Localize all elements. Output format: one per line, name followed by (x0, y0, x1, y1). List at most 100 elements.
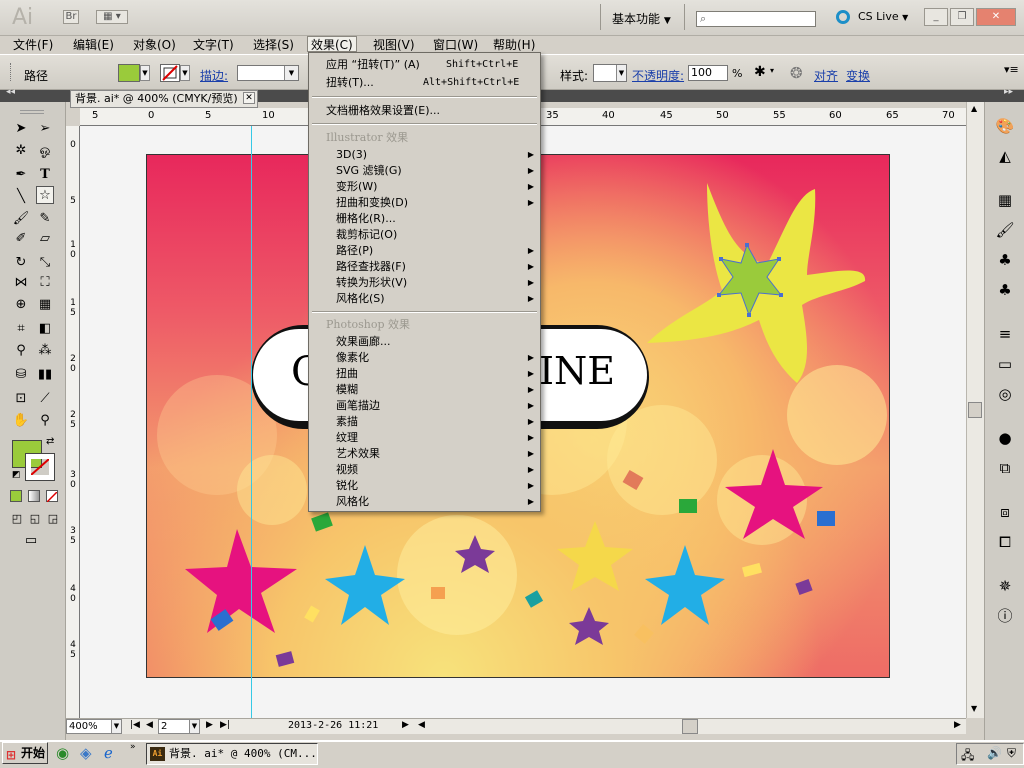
menu-item-stylize-photoshop[interactable]: 风格化 ▶ (309, 494, 540, 510)
scroll-left-icon[interactable]: ◀ (418, 720, 425, 730)
column-graph-tool-icon[interactable]: ▮▮ (36, 366, 54, 384)
menu-item-sharpen[interactable]: 锐化 ▶ (309, 478, 540, 494)
menu-item-texture[interactable]: 纹理 ▶ (309, 430, 540, 446)
blob-brush-tool-icon[interactable]: ✐ (12, 230, 30, 248)
color-panel-icon[interactable]: 🎨 (993, 116, 1017, 136)
menu-file[interactable]: 文件(F) (10, 37, 56, 53)
menu-item-video[interactable]: 视频 ▶ (309, 462, 540, 478)
stroke-label[interactable]: 描边: (200, 67, 228, 84)
menu-item-rasterize[interactable]: 栅格化(R)... (309, 211, 540, 227)
stroke-panel-icon[interactable]: ≡ (993, 324, 1017, 344)
menu-item-convert-to-shape[interactable]: 转换为形状(V) ▶ (309, 275, 540, 291)
opacity-label[interactable]: 不透明度: (632, 67, 684, 84)
artboard-number-select[interactable]: 2 ▼ (158, 719, 200, 734)
minimize-button[interactable]: _ (924, 8, 948, 26)
menu-object[interactable]: 对象(O) (130, 37, 179, 53)
arrange-documents-button[interactable]: ▦ ▾ (96, 10, 128, 24)
width-tool-icon[interactable]: ⋈ (12, 274, 30, 292)
scroll-down-icon[interactable]: ▼ (971, 704, 977, 713)
color-mode-icon[interactable] (10, 490, 22, 502)
free-transform-tool-icon[interactable]: ⛶ (36, 274, 54, 292)
swap-colors-icon[interactable]: ⇄ (46, 436, 54, 447)
workspace-switcher[interactable]: 基本功能 ▼ (612, 10, 671, 27)
artboards-panel-icon[interactable]: ⧠ (993, 532, 1017, 552)
menu-item-last-effect[interactable]: 扭转(T)... Alt+Shift+Ctrl+E (309, 75, 540, 91)
menu-select[interactable]: 选择(S) (250, 37, 297, 53)
close-tab-icon[interactable]: ✕ (243, 92, 255, 104)
scrollbar-thumb[interactable] (968, 402, 982, 418)
menu-item-3d[interactable]: 3D(3) ▶ (309, 147, 540, 163)
menu-item-pixelate[interactable]: 像素化 ▶ (309, 350, 540, 366)
navigator-panel-icon[interactable]: ✵ (993, 576, 1017, 596)
menu-item-sketch[interactable]: 素描 ▶ (309, 414, 540, 430)
gradient-panel-icon[interactable]: ▭ (993, 354, 1017, 374)
menu-item-path[interactable]: 路径(P) ▶ (309, 243, 540, 259)
menu-item-stylize-illustrator[interactable]: 风格化(S) ▶ (309, 291, 540, 307)
recolor-artwork-icon[interactable]: ✱ (754, 64, 766, 80)
menu-item-apply-last-effect[interactable]: 应用 “扭转(T)” (A) Shift+Ctrl+E (309, 57, 540, 73)
panel-menu-icon[interactable]: ▾≡ (1004, 63, 1019, 76)
menu-type[interactable]: 文字(T) (190, 37, 237, 53)
draw-inside-icon[interactable]: ◲ (44, 510, 62, 528)
transform-link[interactable]: 变换 (846, 67, 870, 84)
restore-button[interactable]: ❐ (950, 8, 974, 26)
menu-item-distort[interactable]: 扭曲 ▶ (309, 366, 540, 382)
transparency-panel-icon[interactable]: ◎ (993, 384, 1017, 404)
zoom-select[interactable]: 400% ▼ (66, 719, 122, 734)
grip-handle[interactable] (20, 110, 44, 114)
gradient-tool-icon[interactable]: ◧ (36, 320, 54, 338)
slice-tool-icon[interactable]: ⟋ (36, 390, 54, 408)
horizontal-scrollbar-thumb[interactable] (682, 719, 698, 734)
graphic-styles-panel-icon[interactable]: ⧉ (993, 458, 1017, 478)
opacity-input[interactable]: 100 (688, 65, 728, 81)
eyedropper-tool-icon[interactable]: ⚲ (12, 342, 30, 360)
cs-live-menu[interactable]: CS Live ▼ (858, 10, 908, 23)
expand-icon[interactable]: ▸▸ (1004, 87, 1013, 97)
volume-icon[interactable]: 🔊 (987, 746, 1002, 760)
swatches-panel-icon[interactable]: ▦ (993, 190, 1017, 210)
first-artboard-icon[interactable]: |◀ (130, 720, 140, 730)
vertical-scrollbar[interactable]: ▲ ▼ (966, 102, 984, 718)
layers-panel-icon[interactable]: ⧈ (993, 502, 1017, 522)
status-menu-icon[interactable]: ▶ (402, 720, 409, 730)
hand-tool-icon[interactable]: ✋ (12, 412, 30, 430)
close-button[interactable]: ✕ (976, 8, 1016, 26)
info-panel-icon[interactable]: ⓘ (993, 606, 1017, 626)
next-artboard-icon[interactable]: ▶ (206, 720, 213, 730)
screen-mode-icon[interactable]: ▭ (22, 532, 40, 550)
star-tool-icon[interactable]: ☆ (36, 186, 54, 204)
internet-explorer-icon[interactable]: ℯ (104, 744, 113, 762)
stroke-weight-input[interactable]: ▼ (237, 65, 299, 81)
mesh-tool-icon[interactable]: ⌗ (12, 320, 30, 338)
last-artboard-icon[interactable]: ▶| (220, 720, 230, 730)
draw-behind-icon[interactable]: ◱ (26, 510, 44, 528)
color-guide-icon[interactable]: ◭ (993, 146, 1017, 166)
shape-builder-tool-icon[interactable]: ⊕ (12, 296, 30, 314)
brushes-panel-icon[interactable]: 🖌 (993, 220, 1017, 240)
security-icon[interactable]: ⛨ (1007, 746, 1016, 761)
chevron-down-icon[interactable]: ▾ (770, 66, 774, 75)
align-link[interactable]: 对齐 (814, 67, 838, 84)
scroll-up-icon[interactable]: ▲ (971, 104, 977, 113)
menu-window[interactable]: 窗口(W) (430, 37, 481, 53)
chevron-down-icon[interactable]: ▼ (180, 65, 190, 81)
gradient-mode-icon[interactable] (28, 490, 40, 502)
menu-item-artistic[interactable]: 艺术效果 ▶ (309, 446, 540, 462)
line-tool-icon[interactable]: ╲ (12, 188, 30, 206)
draw-normal-icon[interactable]: ◰ (8, 510, 26, 528)
selection-tool-icon[interactable]: ➤ (12, 120, 30, 138)
artboard-tool-icon[interactable]: ⊡ (12, 390, 30, 408)
bridge-button[interactable]: Br (63, 10, 79, 24)
menu-edit[interactable]: 编辑(E) (70, 37, 117, 53)
network-icon[interactable]: 🖧 (961, 746, 974, 767)
fill-swatch[interactable] (118, 64, 140, 82)
search-input[interactable]: ⌕ (696, 11, 816, 27)
stroke-color-swatch[interactable] (25, 453, 55, 481)
menu-item-distort-transform[interactable]: 扭曲和变换(D) ▶ (309, 195, 540, 211)
zoom-tool-icon[interactable]: ⚲ (36, 412, 54, 430)
menu-item-warp[interactable]: 变形(W) ▶ (309, 179, 540, 195)
start-button[interactable]: ⊞ 开始 (2, 742, 48, 764)
taskbar-item-illustrator[interactable]: Ai 背景. ai* @ 400% (CM... (146, 743, 318, 765)
menu-effect[interactable]: 效果(C) (307, 36, 357, 52)
document-tab[interactable]: 背景. ai* @ 400% (CMYK/预览) ✕ (70, 90, 258, 108)
